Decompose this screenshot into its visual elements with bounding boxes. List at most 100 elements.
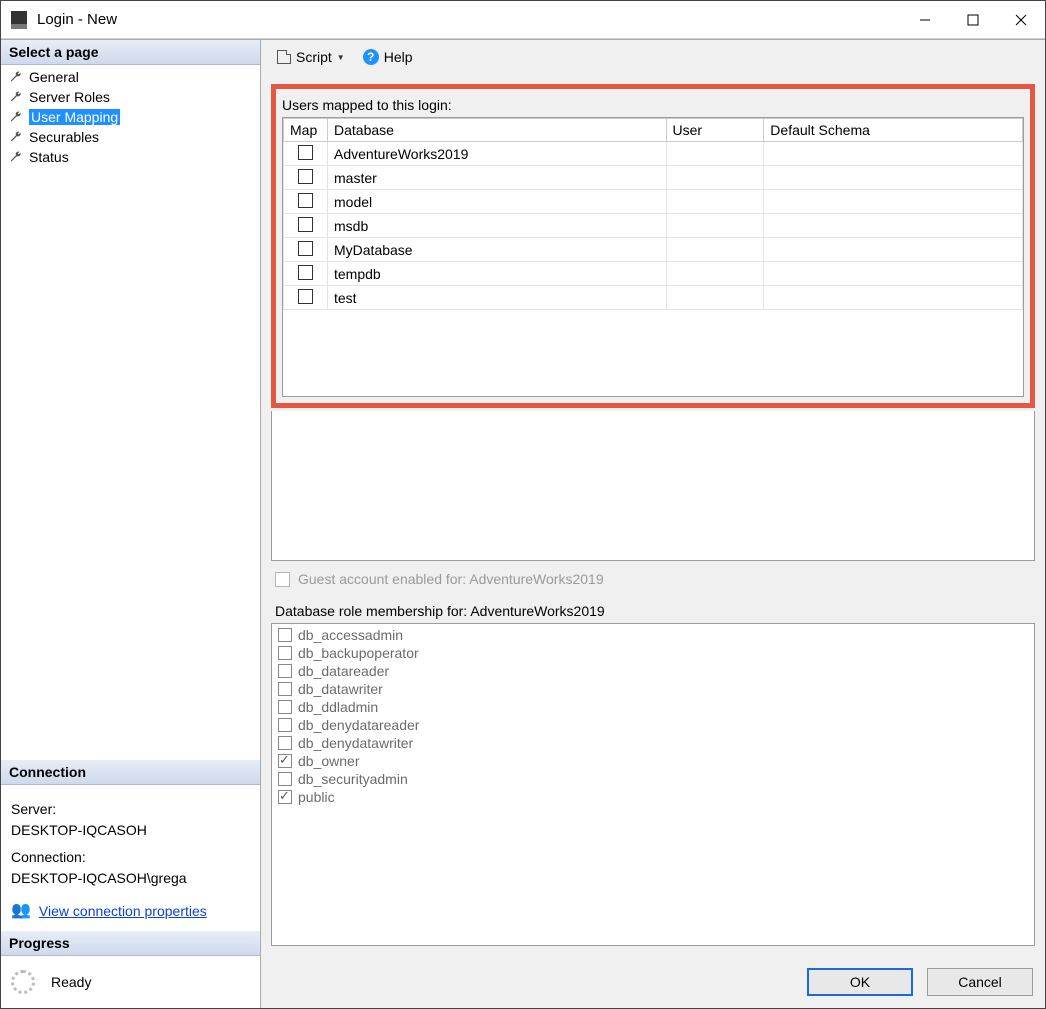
role-checkbox[interactable] <box>278 664 292 678</box>
role-item[interactable]: db_ddladmin <box>274 698 1032 716</box>
sidebar-item-label: Status <box>29 149 69 165</box>
role-checkbox[interactable] <box>278 790 292 804</box>
role-label: db_backupoperator <box>298 645 419 661</box>
role-item[interactable]: db_owner <box>274 752 1032 770</box>
role-label: db_denydatawriter <box>298 735 413 751</box>
table-row[interactable]: tempdb <box>284 262 1023 286</box>
cell-schema[interactable] <box>764 262 1023 286</box>
view-connection-properties-link[interactable]: View connection properties <box>39 901 207 922</box>
role-checkbox[interactable] <box>278 700 292 714</box>
map-checkbox[interactable] <box>298 289 313 304</box>
server-label: Server: <box>11 799 250 820</box>
role-checkbox[interactable] <box>278 628 292 642</box>
role-item[interactable]: db_securityadmin <box>274 770 1032 788</box>
sidebar-item-label: Server Roles <box>29 89 110 105</box>
sidebar-item-status[interactable]: Status <box>1 147 260 167</box>
cell-user[interactable] <box>666 262 764 286</box>
cell-database[interactable]: MyDatabase <box>328 238 667 262</box>
table-row[interactable]: master <box>284 166 1023 190</box>
role-item[interactable]: db_backupoperator <box>274 644 1032 662</box>
script-button[interactable]: Script ▼ <box>271 46 351 68</box>
sidebar-item-label: Securables <box>29 129 99 145</box>
sidebar-item-securables[interactable]: Securables <box>1 127 260 147</box>
cell-database[interactable]: test <box>328 286 667 310</box>
role-item[interactable]: db_denydatareader <box>274 716 1032 734</box>
role-checkbox[interactable] <box>278 736 292 750</box>
sidebar-item-general[interactable]: General <box>1 67 260 87</box>
role-label: db_securityadmin <box>298 771 408 787</box>
sidebar-item-user-mapping[interactable]: User Mapping <box>1 107 260 127</box>
cell-user[interactable] <box>666 166 764 190</box>
role-checkbox[interactable] <box>278 718 292 732</box>
map-checkbox[interactable] <box>298 265 313 280</box>
roles-list[interactable]: db_accessadmin db_backupoperator db_datare… <box>271 623 1035 946</box>
col-schema[interactable]: Default Schema <box>764 119 1023 142</box>
role-label: public <box>298 789 335 805</box>
cell-database[interactable]: tempdb <box>328 262 667 286</box>
wrench-icon <box>9 110 23 124</box>
table-row[interactable]: MyDatabase <box>284 238 1023 262</box>
map-checkbox[interactable] <box>298 145 313 160</box>
map-checkbox[interactable] <box>298 241 313 256</box>
server-value: DESKTOP-IQCASOH <box>11 820 250 841</box>
cell-database[interactable]: model <box>328 190 667 214</box>
cell-schema[interactable] <box>764 238 1023 262</box>
map-checkbox[interactable] <box>298 193 313 208</box>
progress-header: Progress <box>1 931 260 956</box>
col-database[interactable]: Database <box>328 119 667 142</box>
select-page-header: Select a page <box>1 40 260 65</box>
sidebar-item-server-roles[interactable]: Server Roles <box>1 87 260 107</box>
table-row[interactable]: test <box>284 286 1023 310</box>
cell-schema[interactable] <box>764 166 1023 190</box>
minimize-button[interactable] <box>901 1 949 39</box>
people-icon: 👥 <box>11 899 31 923</box>
table-row[interactable]: msdb <box>284 214 1023 238</box>
col-map[interactable]: Map <box>284 119 328 142</box>
role-item[interactable]: db_datawriter <box>274 680 1032 698</box>
role-label: db_datareader <box>298 663 389 679</box>
close-button[interactable] <box>997 1 1045 39</box>
help-button[interactable]: ? Help <box>357 46 419 68</box>
users-mapped-grid[interactable]: Map Database User Default Schema Adventu… <box>282 117 1024 397</box>
table-row[interactable]: AdventureWorks2019 <box>284 142 1023 166</box>
cell-schema[interactable] <box>764 142 1023 166</box>
role-checkbox[interactable] <box>278 754 292 768</box>
cancel-button[interactable]: Cancel <box>927 968 1033 996</box>
spinner-icon <box>11 970 35 994</box>
role-checkbox[interactable] <box>278 682 292 696</box>
cell-database[interactable]: msdb <box>328 214 667 238</box>
ok-button[interactable]: OK <box>807 968 913 996</box>
user-mapping-highlight: Users mapped to this login: Map Database… <box>271 84 1035 408</box>
sidebar-item-label: User Mapping <box>29 109 120 125</box>
role-item[interactable]: db_denydatawriter <box>274 734 1032 752</box>
cell-schema[interactable] <box>764 190 1023 214</box>
script-label: Script <box>296 49 332 65</box>
map-checkbox[interactable] <box>298 169 313 184</box>
script-icon <box>277 50 291 64</box>
help-label: Help <box>384 49 413 65</box>
connection-header: Connection <box>1 760 260 785</box>
table-row[interactable]: model <box>284 190 1023 214</box>
cell-schema[interactable] <box>764 286 1023 310</box>
role-label: db_owner <box>298 753 360 769</box>
cell-user[interactable] <box>666 238 764 262</box>
col-user[interactable]: User <box>666 119 764 142</box>
cell-user[interactable] <box>666 190 764 214</box>
maximize-button[interactable] <box>949 1 997 39</box>
cell-user[interactable] <box>666 142 764 166</box>
cell-database[interactable]: AdventureWorks2019 <box>328 142 667 166</box>
wrench-icon <box>9 90 23 104</box>
role-label: db_accessadmin <box>298 627 403 643</box>
chevron-down-icon: ▼ <box>337 53 345 62</box>
role-item[interactable]: db_accessadmin <box>274 626 1032 644</box>
role-item[interactable]: public <box>274 788 1032 806</box>
cell-user[interactable] <box>666 286 764 310</box>
role-checkbox[interactable] <box>278 646 292 660</box>
map-checkbox[interactable] <box>298 217 313 232</box>
cell-schema[interactable] <box>764 214 1023 238</box>
role-item[interactable]: db_datareader <box>274 662 1032 680</box>
cell-user[interactable] <box>666 214 764 238</box>
guest-label: Guest account enabled for: AdventureWork… <box>298 571 604 587</box>
cell-database[interactable]: master <box>328 166 667 190</box>
role-checkbox[interactable] <box>278 772 292 786</box>
